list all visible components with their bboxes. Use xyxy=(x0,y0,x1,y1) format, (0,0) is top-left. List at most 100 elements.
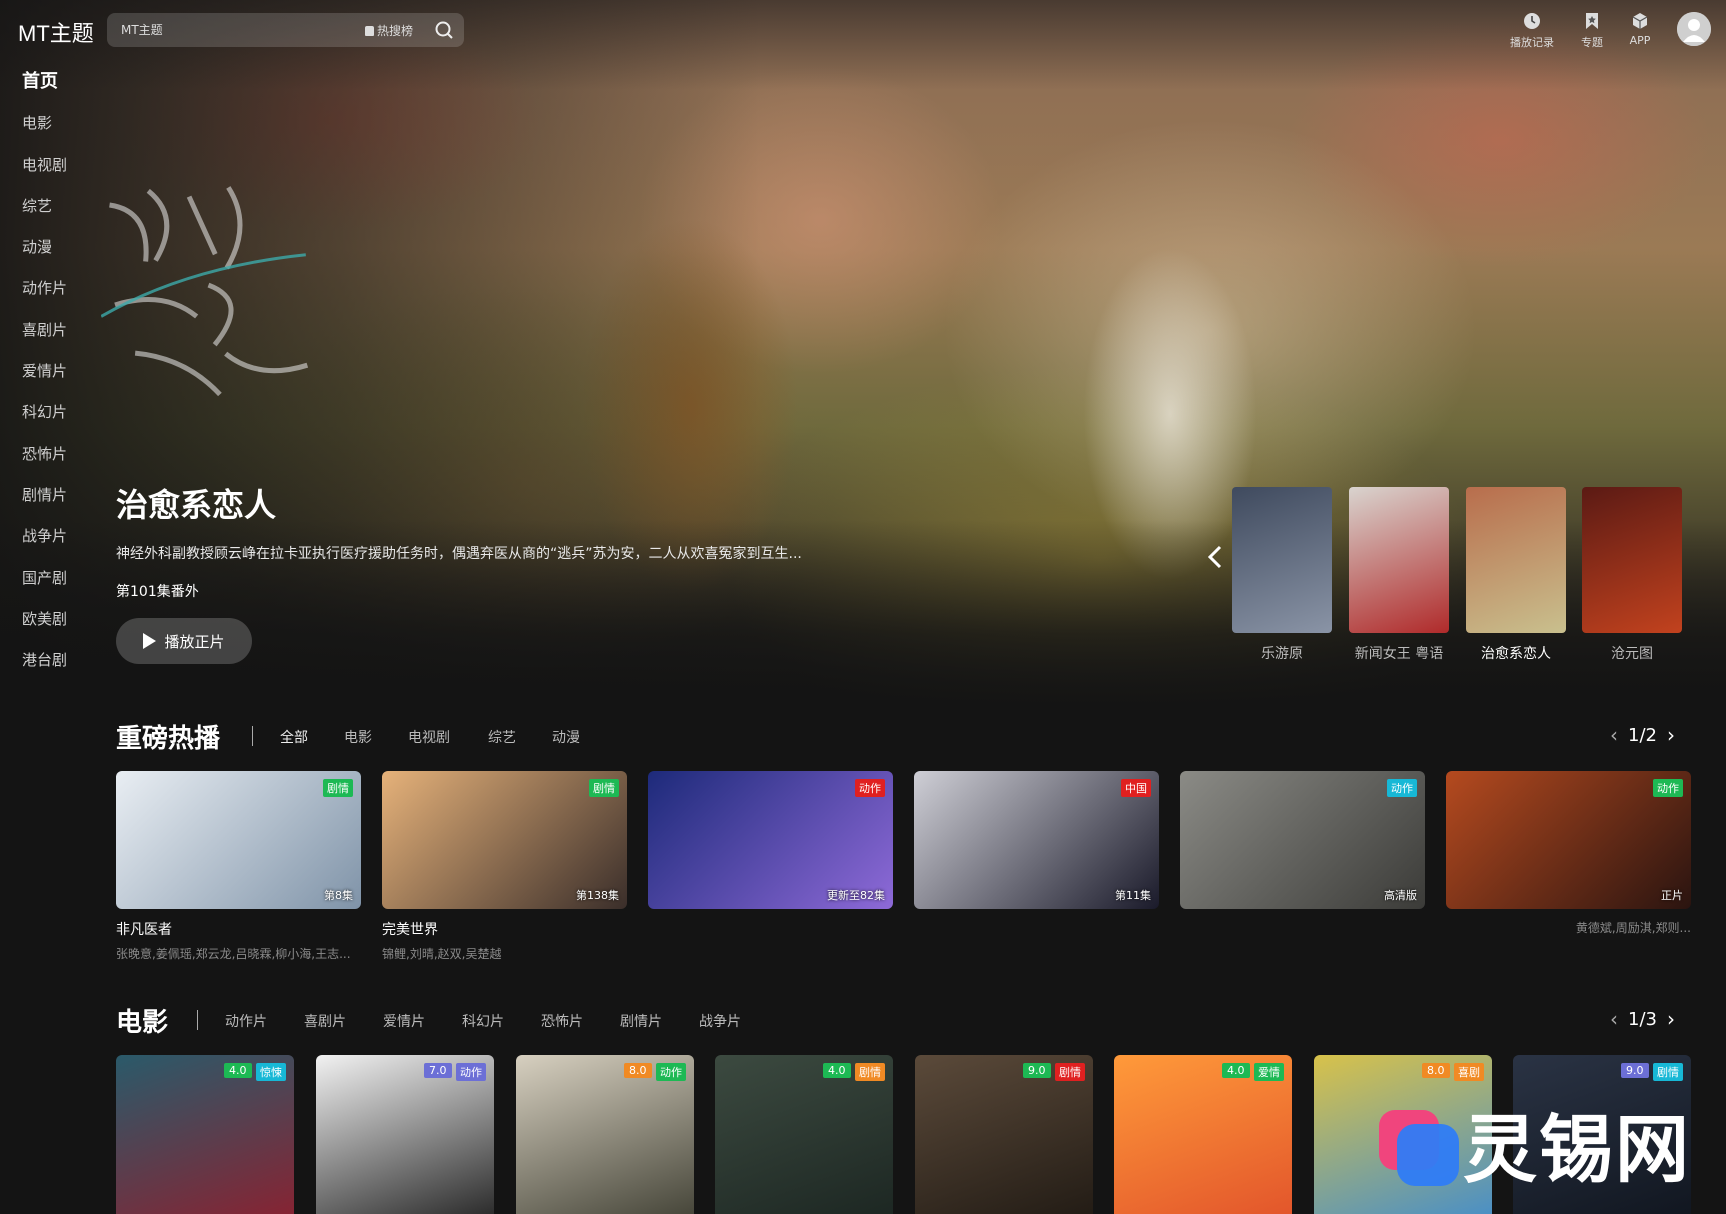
video-card-cast: 张晚意,姜佩瑶,郑云龙,吕晓霖,柳小海,王志... xyxy=(116,947,351,961)
hero-thumb[interactable] xyxy=(1349,487,1449,633)
chevron-right-icon[interactable]: › xyxy=(1667,723,1675,747)
video-card-title[interactable]: 非凡医者 xyxy=(116,919,361,939)
sidebar-item-comedy[interactable]: 喜剧片 xyxy=(22,318,102,359)
hot-pager: ‹ 1/2 › xyxy=(1610,723,1675,747)
chevron-right-icon[interactable]: › xyxy=(1667,1007,1675,1031)
movies-pager: ‹ 1/3 › xyxy=(1610,1007,1675,1031)
genre-badge: 剧情 xyxy=(323,779,353,797)
search-bar[interactable]: 热搜榜 xyxy=(107,13,464,47)
hero-thumb[interactable] xyxy=(1582,487,1682,633)
tab-drama[interactable]: 剧情片 xyxy=(620,1011,662,1031)
tab-tv[interactable]: 电视剧 xyxy=(408,727,450,747)
video-card[interactable]: 剧情 第8集 非凡医者 张晚意,姜佩瑶,郑云龙,吕晓霖,柳小海,王志... xyxy=(116,771,361,962)
tab-all[interactable]: 全部 xyxy=(280,727,308,747)
sidebar-item-domestic[interactable]: 国产剧 xyxy=(22,566,102,607)
tab-comedy[interactable]: 喜剧片 xyxy=(304,1011,346,1031)
app-button[interactable]: APP xyxy=(1613,12,1667,47)
section-divider xyxy=(252,726,253,746)
thumb-up-icon xyxy=(365,25,374,36)
watermark-logo-icon xyxy=(1379,1110,1459,1186)
tab-action[interactable]: 动作片 xyxy=(225,1011,267,1031)
tab-movies[interactable]: 电影 xyxy=(344,727,372,747)
hero-thumb-image xyxy=(1466,487,1566,633)
chevron-left-icon[interactable]: ‹ xyxy=(1610,723,1618,747)
movie-poster[interactable]: 9.0 剧情 xyxy=(915,1055,1093,1214)
video-card[interactable]: 动作 正片 黄德斌,周励淇,郑则... xyxy=(1446,771,1691,936)
movie-poster[interactable]: 4.0 惊悚 xyxy=(116,1055,294,1214)
tab-romance[interactable]: 爱情片 xyxy=(383,1011,425,1031)
score-badge: 4.0 xyxy=(224,1063,252,1078)
hot-search-link[interactable]: 热搜榜 xyxy=(365,22,413,39)
app-label: APP xyxy=(1629,34,1651,47)
episode-label: 第11集 xyxy=(1115,889,1151,902)
video-card[interactable]: 剧情 第138集 完美世界 锦鲤,刘晴,赵双,吴楚越 xyxy=(382,771,627,962)
video-card[interactable]: 动作 高清版 xyxy=(1180,771,1425,909)
video-card-image: 动作 正片 xyxy=(1446,771,1691,909)
hero-title[interactable]: 治愈系恋人 xyxy=(116,480,276,526)
hero-thumb-image xyxy=(1232,487,1332,633)
history-button[interactable]: 播放记录 xyxy=(1505,12,1559,50)
site-logo[interactable]: MT主题 xyxy=(18,16,94,48)
video-card[interactable]: 中国 第11集 xyxy=(914,771,1159,909)
hero-thumb-label[interactable]: 治愈系恋人 xyxy=(1461,643,1571,663)
movie-poster[interactable]: 7.0 动作 xyxy=(316,1055,494,1214)
genre-badge: 惊悚 xyxy=(256,1063,286,1081)
genre-badge: 喜剧 xyxy=(1454,1063,1484,1081)
sidebar-item-action[interactable]: 动作片 xyxy=(22,276,102,317)
tab-war[interactable]: 战争片 xyxy=(699,1011,741,1031)
sidebar-item-war[interactable]: 战争片 xyxy=(22,524,102,565)
hero-thumb-label[interactable]: 新闻女王 粤语 xyxy=(1344,643,1454,663)
hero-thumb-label[interactable]: 乐游原 xyxy=(1227,643,1337,663)
sidebar-item-romance[interactable]: 爱情片 xyxy=(22,359,102,400)
search-input[interactable] xyxy=(119,21,319,39)
genre-badge: 中国 xyxy=(1121,779,1151,797)
sidebar-item-horror[interactable]: 恐怖片 xyxy=(22,442,102,483)
tab-scifi[interactable]: 科幻片 xyxy=(462,1011,504,1031)
sidebar-item-variety[interactable]: 综艺 xyxy=(22,194,102,235)
hero-description: 神经外科副教授顾云峥在拉卡亚执行医疗援助任务时，偶遇弃医从商的“逃兵”苏为安，二… xyxy=(116,546,802,562)
score-badge: 4.0 xyxy=(1222,1063,1250,1078)
score-badge: 9.0 xyxy=(1023,1063,1051,1078)
hero-thumb[interactable] xyxy=(1466,487,1566,633)
sidebar-item-western[interactable]: 欧美剧 xyxy=(22,607,102,648)
hero-thumb[interactable] xyxy=(1232,487,1332,633)
tab-anime[interactable]: 动漫 xyxy=(552,727,580,747)
chevron-left-icon[interactable] xyxy=(1204,543,1226,571)
genre-badge: 动作 xyxy=(456,1063,486,1081)
tab-variety[interactable]: 综艺 xyxy=(488,727,516,747)
hero-thumb-label[interactable]: 沧元图 xyxy=(1577,643,1687,663)
genre-badge: 剧情 xyxy=(1653,1063,1683,1081)
episode-label: 高清版 xyxy=(1384,889,1417,902)
score-badge: 7.0 xyxy=(424,1063,452,1078)
movie-poster[interactable]: 8.0 动作 xyxy=(516,1055,694,1214)
sidebar-item-tv[interactable]: 电视剧 xyxy=(22,153,102,194)
section-title-movies: 电影 xyxy=(116,1008,169,1038)
sidebar-item-scifi[interactable]: 科幻片 xyxy=(22,400,102,441)
cube-icon xyxy=(1632,13,1648,29)
tab-horror[interactable]: 恐怖片 xyxy=(541,1011,583,1031)
hero-episode: 第101集番外 xyxy=(116,584,199,600)
sidebar-item-anime[interactable]: 动漫 xyxy=(22,235,102,276)
clock-icon xyxy=(1524,13,1540,29)
hero-thumb-image xyxy=(1582,487,1682,633)
movie-poster[interactable]: 4.0 爱情 xyxy=(1114,1055,1292,1214)
avatar[interactable] xyxy=(1677,12,1711,46)
video-card-image: 中国 第11集 xyxy=(914,771,1159,909)
genre-badge: 动作 xyxy=(855,779,885,797)
episode-label: 第8集 xyxy=(324,889,353,902)
bookmark-icon xyxy=(1586,13,1598,29)
play-button[interactable]: 播放正片 xyxy=(116,618,252,664)
sidebar-item-hktw[interactable]: 港台剧 xyxy=(22,648,102,689)
sidebar-item-home[interactable]: 首页 xyxy=(22,70,102,111)
movie-poster[interactable]: 4.0 剧情 xyxy=(715,1055,893,1214)
video-card[interactable]: 动作 更新至82集 xyxy=(648,771,893,909)
play-icon xyxy=(143,633,157,649)
sidebar-item-drama[interactable]: 剧情片 xyxy=(22,483,102,524)
chevron-left-icon[interactable]: ‹ xyxy=(1610,1007,1618,1031)
sidebar-item-movies[interactable]: 电影 xyxy=(22,111,102,152)
video-card-title[interactable]: 完美世界 xyxy=(382,919,627,939)
genre-badge: 动作 xyxy=(1653,779,1683,797)
search-icon[interactable] xyxy=(433,19,455,41)
topics-button[interactable]: 专题 xyxy=(1565,12,1619,50)
hot-search-label: 热搜榜 xyxy=(377,24,414,38)
